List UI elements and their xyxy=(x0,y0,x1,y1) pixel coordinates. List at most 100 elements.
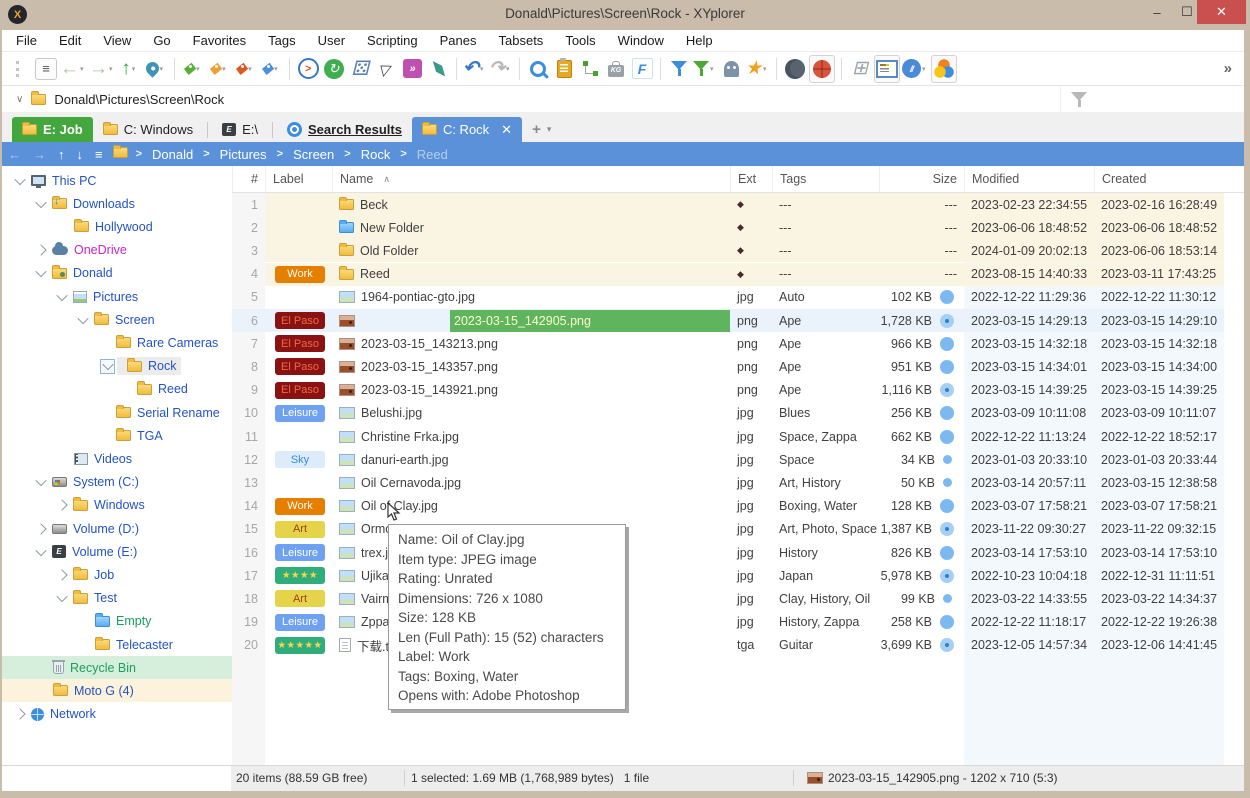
expander-closed-icon[interactable] xyxy=(56,569,67,580)
tag-green-button-dropdown-icon[interactable]: ▾ xyxy=(196,65,203,73)
scripting-button[interactable]: » xyxy=(400,56,424,82)
undo-button-dropdown-icon[interactable]: ▾ xyxy=(480,65,487,73)
breadcrumb-up-icon[interactable]: ↑ xyxy=(58,147,65,162)
expander-open-icon[interactable] xyxy=(77,313,88,324)
tree-item-telecaster[interactable]: Telecaster xyxy=(2,633,232,656)
file-row-16[interactable]: 16Leisuretrex.jpjpgHistory826 KB2023-03-… xyxy=(232,541,1244,564)
hop-button[interactable]: > xyxy=(296,56,320,82)
breadcrumb-forward-icon[interactable]: → xyxy=(33,147,46,162)
tab-search-results[interactable]: Search Results xyxy=(277,117,412,142)
menu-edit[interactable]: Edit xyxy=(59,33,81,48)
file-row-14[interactable]: 14WorkOil of Clay.jpgjpgBoxing, Water128… xyxy=(232,495,1244,518)
file-row-6[interactable]: 6El Paso2023-03-15_142905.pngpngApe1,728… xyxy=(232,309,1244,332)
file-row-3[interactable]: 3Old Folder◆------2024-01-09 20:02:13202… xyxy=(232,239,1244,262)
tag-blue-button-dropdown-icon[interactable]: ▾ xyxy=(274,65,281,73)
expander-open-icon[interactable] xyxy=(35,545,46,556)
address-filter-zone[interactable] xyxy=(1060,86,1087,112)
expander-closed-icon[interactable] xyxy=(35,244,46,255)
file-row-2[interactable]: 2New Folder◆------2023-06-06 18:48:52202… xyxy=(232,216,1244,239)
menu-user[interactable]: User xyxy=(318,33,345,48)
tree-item-moto-g-4-[interactable]: Moto G (4) xyxy=(2,679,232,702)
up-button-dropdown-icon[interactable]: ▾ xyxy=(132,65,139,73)
tree-item-reed[interactable]: Reed xyxy=(2,378,232,401)
ghost-button[interactable] xyxy=(719,56,743,82)
tree-item-job[interactable]: Job xyxy=(2,563,232,586)
menu-help[interactable]: Help xyxy=(686,33,713,48)
menu-go[interactable]: Go xyxy=(153,33,170,48)
file-row-17[interactable]: 17★★★★UjikawjpgJapan5,978 KB2022-10-23 1… xyxy=(232,564,1244,587)
style-badge-button[interactable]: //▾ xyxy=(902,56,929,82)
column-header-tags[interactable]: Tags xyxy=(772,166,879,192)
back-button-dropdown-icon[interactable]: ▾ xyxy=(80,65,87,73)
tab-list-dropdown-icon[interactable]: ▾ xyxy=(547,124,552,135)
menu-button[interactable]: ≡ xyxy=(34,56,58,82)
tab-c-windows[interactable]: C: Windows xyxy=(93,117,203,142)
new-tab-button[interactable]: + xyxy=(532,121,541,138)
expander-open-icon[interactable] xyxy=(35,475,46,486)
tree-item-downloads[interactable]: Downloads xyxy=(2,192,232,215)
breadcrumb-back-icon[interactable]: ← xyxy=(8,147,21,162)
size-report-button[interactable]: KG xyxy=(604,56,628,82)
file-row-5[interactable]: 51964-pontiac-gto.jpgjpgAuto102 KB2022-1… xyxy=(232,286,1244,309)
breadcrumb-segment-rock[interactable]: Rock xyxy=(361,147,391,162)
tab-c-rock[interactable]: C: Rock✕ xyxy=(412,117,522,142)
up-button[interactable]: ↑▾ xyxy=(118,56,142,82)
tree-item-recycle-bin[interactable]: Recycle Bin xyxy=(2,656,232,679)
breadcrumb-folder-icon[interactable] xyxy=(113,145,128,163)
menu-tools[interactable]: Tools xyxy=(565,33,595,48)
forward-button[interactable]: →▾ xyxy=(89,56,116,82)
breadcrumb-segment-pictures[interactable]: Pictures xyxy=(220,147,267,162)
tree-item-rock[interactable]: Rock xyxy=(2,355,232,378)
tree-item-serial-rename[interactable]: Serial Rename xyxy=(2,401,232,424)
breadcrumb-segment-reed[interactable]: Reed xyxy=(417,147,448,162)
location-pin-button[interactable]: ▾ xyxy=(144,56,168,82)
menu-scripting[interactable]: Scripting xyxy=(367,33,418,48)
sports-button[interactable] xyxy=(809,55,835,83)
file-row-11[interactable]: 11Christine Frka.jpgjpgSpace, Zappa662 K… xyxy=(232,425,1244,448)
menu-tags[interactable]: Tags xyxy=(268,33,295,48)
tree-item-hollywood[interactable]: Hollywood xyxy=(2,215,232,238)
file-row-9[interactable]: 9El Paso2023-03-15_143921.pngpngApe1,116… xyxy=(232,379,1244,402)
tree-item-donald[interactable]: Donald xyxy=(2,262,232,285)
tree-item-this-pc[interactable]: This PC xyxy=(2,169,232,192)
filter-green-button[interactable]: ▾ xyxy=(693,56,717,82)
undo-button[interactable]: ↶▾ xyxy=(463,56,487,82)
tree-item-empty[interactable]: Empty xyxy=(2,610,232,633)
tree-item-videos[interactable]: Videos xyxy=(2,447,232,470)
filter-blue-button[interactable] xyxy=(667,56,691,82)
address-bar[interactable]: ∨ Donald\Pictures\Screen\Rock xyxy=(2,86,1244,113)
filter-icon[interactable] xyxy=(1071,91,1087,108)
breadcrumb-segment-screen[interactable]: Screen xyxy=(293,147,334,162)
menu-view[interactable]: View xyxy=(103,33,131,48)
file-row-10[interactable]: 10LeisureBelushi.jpgjpgBlues256 KB2023-0… xyxy=(232,402,1244,425)
tree-item-rare-cameras[interactable]: Rare Cameras xyxy=(2,331,232,354)
forward-button-dropdown-icon[interactable]: ▾ xyxy=(109,65,116,73)
file-row-19[interactable]: 19LeisureZppaFrjpgHistory, Zappa258 KB20… xyxy=(232,611,1244,634)
details-view-button[interactable] xyxy=(874,55,900,83)
expander-open-icon[interactable] xyxy=(56,591,67,602)
search-button[interactable] xyxy=(526,56,550,82)
send-button[interactable]: ▷ xyxy=(374,56,398,82)
expander-open-icon[interactable] xyxy=(14,173,25,184)
menu-file[interactable]: File xyxy=(16,33,37,48)
redo-button-dropdown-icon[interactable]: ▾ xyxy=(506,65,513,73)
tag-red-button-dropdown-icon[interactable]: ▾ xyxy=(248,65,255,73)
column-header-modified[interactable]: Modified xyxy=(964,166,1094,192)
tree-item-volume-e-[interactable]: EVolume (E:) xyxy=(2,540,232,563)
tree-item-volume-d-[interactable]: Volume (D:) xyxy=(2,517,232,540)
expander-open-icon[interactable] xyxy=(35,266,46,277)
menu-window[interactable]: Window xyxy=(618,33,664,48)
breadcrumb-segment-donald[interactable]: Donald xyxy=(152,147,193,162)
file-row-20[interactable]: 20★★★★★下载.tgatgaGuitar3,699 KB2023-12-05… xyxy=(232,634,1244,657)
file-row-12[interactable]: 12Skydanuri-earth.jpgjpgSpace34 KB2023-0… xyxy=(232,448,1244,471)
minimize-button[interactable]: – xyxy=(1142,0,1172,24)
compass-button[interactable]: ◆ xyxy=(426,56,450,82)
expander-closed-icon[interactable] xyxy=(14,708,25,719)
tag-orange-button[interactable]: ◆▾ xyxy=(207,56,231,82)
address-path[interactable]: Donald\Pictures\Screen\Rock xyxy=(54,92,224,107)
expander-boxed-icon[interactable] xyxy=(100,359,115,374)
tab-close-icon[interactable]: ✕ xyxy=(501,122,512,138)
refresh-button[interactable]: ↻ xyxy=(322,56,346,82)
tab-e-job[interactable]: E: Job xyxy=(12,117,93,142)
dice-button[interactable]: ⚄ xyxy=(348,56,372,82)
